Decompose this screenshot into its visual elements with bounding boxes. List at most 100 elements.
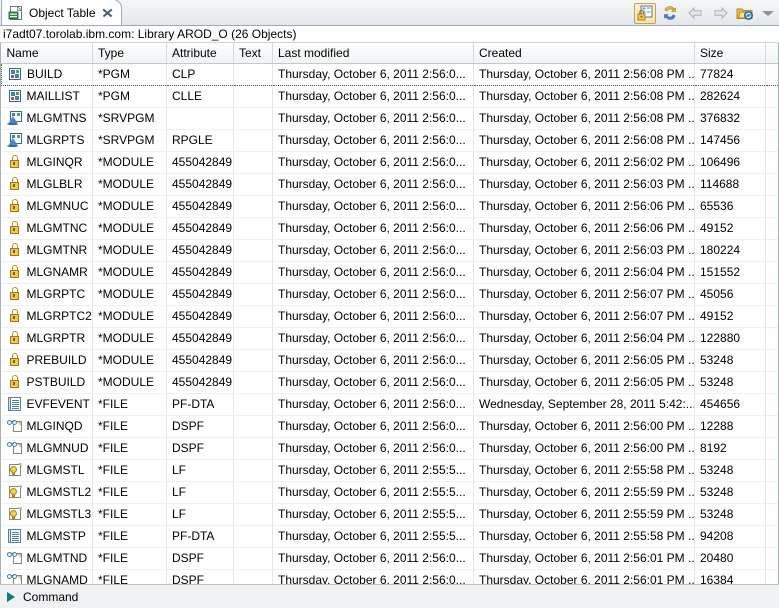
column-header-attribute[interactable]: Attribute [166, 43, 234, 64]
cell-size: 53248 [694, 481, 766, 504]
column-header-type[interactable]: Type [92, 43, 167, 64]
table-row[interactable]: PSTBUILD *MODULE 455042849 Thursday, Octobe… [1, 371, 778, 394]
cell-name[interactable]: MLGLBLR [1, 173, 93, 196]
column-header-name[interactable]: Name [1, 43, 93, 64]
cell-name[interactable]: MLGNAMD [1, 569, 93, 584]
cell-name[interactable]: MLGRPTC2 [1, 305, 93, 328]
column-header-created[interactable]: Created [473, 43, 695, 64]
cell-size: 94208 [694, 525, 766, 548]
module-icon [7, 374, 23, 390]
cell-name[interactable]: MLGMTNS [1, 107, 93, 130]
display-file-icon [6, 550, 23, 566]
cell-text [233, 459, 273, 482]
cell-last-modified: Thursday, October 6, 2011 2:56:0... [272, 371, 474, 394]
cell-name[interactable]: MAILLIST [1, 85, 93, 108]
refresh-button[interactable] [659, 3, 681, 24]
table-row[interactable]: MLGNAMD *FILE DSPF Thursday, October 6, 201… [1, 569, 778, 584]
table-row[interactable]: BUILD *PGM CLP Thursday, October 6, 2011 2:… [1, 62, 778, 86]
cell-name[interactable]: PSTBUILD [1, 371, 93, 394]
cell-size: 49152 [694, 217, 766, 240]
column-header-size[interactable]: Size [694, 43, 766, 64]
command-bar[interactable]: Command [0, 584, 779, 608]
table-row[interactable]: MLGMNUD *FILE DSPF Thursday, October 6, 201… [1, 437, 778, 460]
cell-name[interactable]: EVFEVENT [1, 393, 93, 416]
table-row[interactable]: MLGNAMR *MODULE 455042849 Thursday, October… [1, 261, 778, 284]
table-row[interactable]: EVFEVENT *FILE PF-DTA Thursday, October 6, … [1, 393, 778, 416]
cell-last-modified: Thursday, October 6, 2011 2:55:5... [272, 525, 474, 548]
forward-arrow-button[interactable] [709, 3, 731, 24]
module-icon [7, 176, 23, 192]
table-row[interactable]: MLGMTNR *MODULE 455042849 Thursday, October… [1, 239, 778, 262]
cell-name[interactable]: MLGRPTR [1, 327, 93, 350]
table-row[interactable]: MLGINQD *FILE DSPF Thursday, October 6, 201… [1, 415, 778, 438]
table-row[interactable]: MLGMTNS *SRVPGM Thursday, October 6, 2011 … [1, 107, 778, 130]
cell-attribute: LF [166, 481, 234, 504]
table-row[interactable]: MLGRPTC2 *MODULE 455042849 Thursday, Octobe… [1, 305, 778, 328]
object-name: MLGNAMD [26, 573, 88, 584]
cell-text [233, 349, 273, 372]
object-name: MLGMTND [26, 551, 88, 565]
cell-name[interactable]: MLGNAMR [1, 261, 93, 284]
cell-name[interactable]: MLGMSTL3 [1, 503, 93, 526]
object-table-scroll-area[interactable]: Name Type Attribute Text Last modified C… [0, 43, 779, 584]
expand-triangle-icon[interactable] [7, 591, 15, 602]
object-name: MLGMSTL [26, 463, 85, 477]
table-row[interactable]: MLGMSTL2 *FILE LF Thursday, October 6, 2011… [1, 481, 778, 504]
cell-attribute: LF [166, 503, 234, 526]
module-icon [7, 308, 23, 324]
cell-name[interactable]: MLGMTNR [1, 239, 93, 262]
table-row[interactable]: MLGLBLR *MODULE 455042849 Thursday, October… [1, 173, 778, 196]
table-row[interactable]: MLGINQR *MODULE 455042849 Thursday, October… [1, 151, 778, 174]
cell-filler [765, 261, 778, 284]
table-row[interactable]: MLGMSTL *FILE LF Thursday, October 6, 2011 … [1, 459, 778, 482]
back-arrow-button[interactable] [684, 3, 706, 24]
cell-name[interactable]: MLGMTND [1, 547, 93, 570]
column-header-text[interactable]: Text [233, 43, 273, 64]
cell-name[interactable]: BUILD [1, 62, 93, 86]
cell-name[interactable]: MLGINQD [1, 415, 93, 438]
table-row[interactable]: MLGRPTS *SRVPGM RPGLE Thursday, October 6, … [1, 129, 778, 152]
lock-table-button[interactable] [634, 2, 656, 24]
table-row[interactable]: MAILLIST *PGM CLLE Thursday, October 6, 201… [1, 85, 778, 108]
cell-size: 53248 [694, 371, 766, 394]
table-row[interactable]: MLGMSTP *FILE PF-DTA Thursday, October 6, 2… [1, 525, 778, 548]
cell-name[interactable]: MLGRPTC [1, 283, 93, 306]
cell-last-modified: Thursday, October 6, 2011 2:56:0... [272, 217, 474, 240]
table-row[interactable]: MLGMTNC *MODULE 455042849 Thursday, October… [1, 217, 778, 240]
cell-last-modified: Thursday, October 6, 2011 2:55:5... [272, 459, 474, 482]
open-library-button[interactable] [734, 3, 756, 24]
cell-text [233, 217, 273, 240]
close-icon[interactable] [101, 6, 114, 19]
tab-object-table[interactable]: Object Table [1, 0, 122, 25]
cell-last-modified: Thursday, October 6, 2011 2:56:0... [272, 349, 474, 372]
module-icon [7, 352, 23, 368]
cell-name[interactable]: MLGMSTP [1, 525, 93, 548]
cell-size: 16384 [694, 569, 766, 584]
cell-name[interactable]: MLGRPTS [1, 129, 93, 152]
cell-name[interactable]: MLGMTNC [1, 217, 93, 240]
table-row[interactable]: MLGRPTR *MODULE 455042849 Thursday, October… [1, 327, 778, 350]
object-name: MLGMNUC [26, 199, 89, 213]
cell-filler [765, 129, 778, 152]
table-row[interactable]: PREBUILD *MODULE 455042849 Thursday, Octobe… [1, 349, 778, 372]
cell-name[interactable]: MLGMNUC [1, 195, 93, 218]
table-row[interactable]: MLGMSTL3 *FILE LF Thursday, October 6, 2011… [1, 503, 778, 526]
table-row[interactable]: MLGMTND *FILE DSPF Thursday, October 6, 201… [1, 547, 778, 570]
cell-created: Thursday, October 6, 2011 2:56:01 PM ... [473, 569, 695, 584]
cell-filler [765, 349, 778, 372]
cell-last-modified: Thursday, October 6, 2011 2:56:0... [272, 239, 474, 262]
cell-created: Thursday, October 6, 2011 2:56:01 PM ... [473, 547, 695, 570]
service-program-icon [6, 132, 23, 148]
cell-created: Thursday, October 6, 2011 2:56:00 PM ... [473, 415, 695, 438]
cell-name[interactable]: PREBUILD [1, 349, 93, 372]
column-header-last-modified[interactable]: Last modified [272, 43, 474, 64]
cell-name[interactable]: MLGMSTL [1, 459, 93, 482]
cell-name[interactable]: MLGINQR [1, 151, 93, 174]
cell-type: *MODULE [92, 327, 167, 350]
cell-last-modified: Thursday, October 6, 2011 2:56:0... [272, 327, 474, 350]
cell-name[interactable]: MLGMSTL2 [1, 481, 93, 504]
cell-name[interactable]: MLGMNUD [1, 437, 93, 460]
chevron-down-icon[interactable] [759, 3, 777, 23]
table-row[interactable]: MLGMNUC *MODULE 455042849 Thursday, October… [1, 195, 778, 218]
table-row[interactable]: MLGRPTC *MODULE 455042849 Thursday, October… [1, 283, 778, 306]
